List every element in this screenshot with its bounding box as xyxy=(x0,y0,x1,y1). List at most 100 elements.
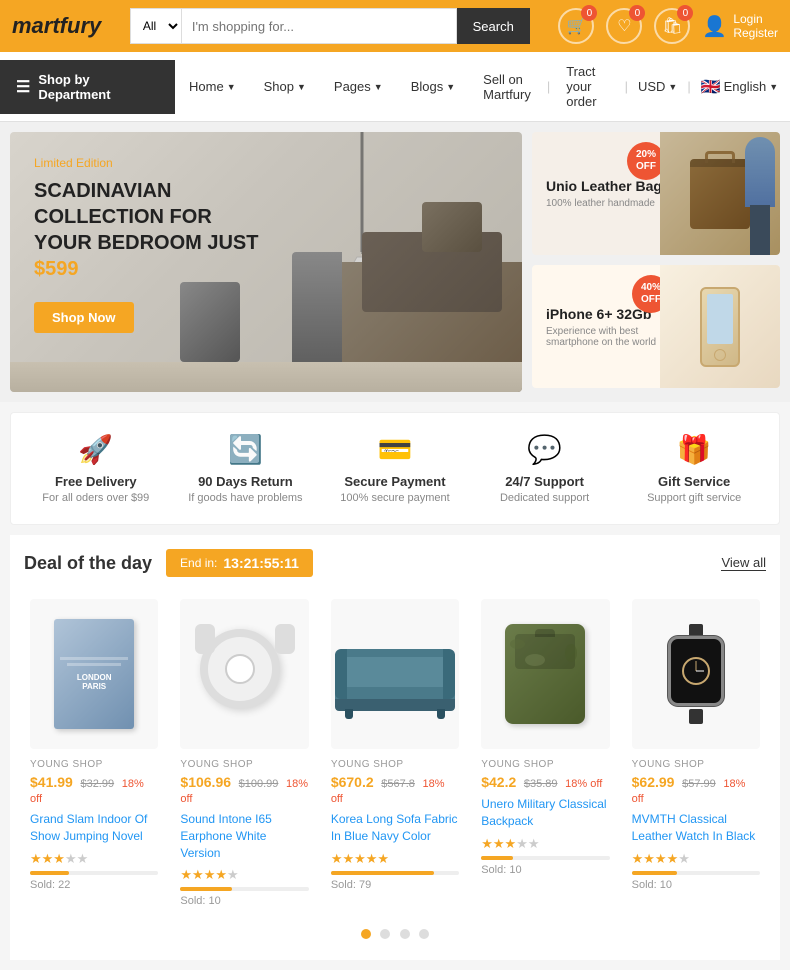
product-image xyxy=(481,599,609,749)
chevron-down-icon: ▼ xyxy=(297,82,306,92)
product-name[interactable]: MVMTH Classical Leather Watch In Black xyxy=(632,811,760,845)
product-prices: $62.99 $57.99 18% off xyxy=(632,774,760,805)
sold-bar xyxy=(632,871,677,875)
countdown-timer: 13:21:55:11 xyxy=(223,555,299,571)
carousel-dot-3[interactable] xyxy=(400,929,410,939)
support-icon: 💬 xyxy=(470,433,620,466)
product-prices: $41.99 $32.99 18% off xyxy=(30,774,158,805)
chevron-down-icon: ▼ xyxy=(769,82,778,92)
search-category-select[interactable]: All xyxy=(130,8,181,44)
product-price: $106.96 xyxy=(180,774,231,790)
cart-icon-group[interactable]: 🛒0 xyxy=(558,8,594,44)
product-name[interactable]: Korea Long Sofa Fabric In Blue Navy Colo… xyxy=(331,811,459,845)
feature-free-delivery: 🚀 Free Delivery For all oders over $99 xyxy=(21,433,171,504)
product-card: LONDONPARIS YOUNG SHOP $41.99 $32.99 18%… xyxy=(24,593,164,913)
floor-decoration xyxy=(10,362,522,392)
nav-blogs[interactable]: Blogs ▼ xyxy=(397,67,469,106)
feature-title: 24/7 Support xyxy=(470,474,620,489)
features-bar: 🚀 Free Delivery For all oders over $99 🔄… xyxy=(10,412,780,525)
product-price: $41.99 xyxy=(30,774,73,790)
deals-header: Deal of the day End in: 13:21:55:11 View… xyxy=(24,549,766,577)
search-button[interactable]: Search xyxy=(457,8,530,44)
product-shop-label: YOUNG SHOP xyxy=(180,759,308,770)
return-icon: 🔄 xyxy=(171,433,321,466)
search-input[interactable] xyxy=(181,8,457,44)
feature-desc: Dedicated support xyxy=(470,492,620,504)
product-name[interactable]: Unero Military Classical Backpack xyxy=(481,796,609,830)
banner-price: $599 xyxy=(34,258,79,280)
feature-title: Free Delivery xyxy=(21,474,171,489)
logo[interactable]: martfury xyxy=(12,13,101,39)
header-icons: 🛒0 ♡0 🛍0 👤 Login Register xyxy=(558,8,778,44)
shop-by-department[interactable]: ☰ Shop by Department xyxy=(0,60,175,114)
feature-title: 90 Days Return xyxy=(171,474,321,489)
language-selector[interactable]: 🇬🇧 English ▼ xyxy=(701,77,778,97)
carousel-dot-4[interactable] xyxy=(419,929,429,939)
header: martfury All Search 🛒0 ♡0 🛍0 👤 Login xyxy=(0,0,790,52)
nav-track[interactable]: Tract your order xyxy=(552,52,610,121)
sold-count: Sold: 22 xyxy=(30,879,158,891)
flag-icon: 🇬🇧 xyxy=(701,77,721,97)
nav-sell[interactable]: Sell on Martfury xyxy=(469,60,545,114)
carousel-dot-2[interactable] xyxy=(380,929,390,939)
rocket-icon: 🚀 xyxy=(21,433,171,466)
countdown-box: End in: 13:21:55:11 xyxy=(166,549,313,577)
chevron-down-icon: ▼ xyxy=(374,82,383,92)
feature-support: 💬 24/7 Support Dedicated support xyxy=(470,433,620,504)
nav-pages[interactable]: Pages ▼ xyxy=(320,67,397,106)
deals-section: Deal of the day End in: 13:21:55:11 View… xyxy=(10,535,780,960)
chevron-down-icon: ▼ xyxy=(446,82,455,92)
user-section[interactable]: 👤 Login Register xyxy=(702,12,778,40)
wishlist-icon-group[interactable]: ♡0 xyxy=(606,8,642,44)
compare-icon-group[interactable]: 🛍0 xyxy=(654,8,690,44)
product-image xyxy=(180,599,308,749)
nav-home[interactable]: Home ▼ xyxy=(175,67,250,106)
chevron-down-icon: ▼ xyxy=(227,82,236,92)
main-banner: Limited Edition SCADINAVIAN COLLECTION F… xyxy=(10,132,522,392)
feature-title: Gift Service xyxy=(619,474,769,489)
sold-bar xyxy=(481,856,513,860)
product-stars: ★★★★★ xyxy=(331,851,459,867)
sold-count: Sold: 10 xyxy=(632,879,760,891)
banner-title: SCADINAVIAN COLLECTION FOR YOUR BEDROOM … xyxy=(34,178,264,282)
register-link[interactable]: Register xyxy=(733,26,778,40)
carousel-dots xyxy=(24,927,766,946)
product-stars: ★★★★★ xyxy=(632,851,760,867)
product-name[interactable]: Grand Slam Indoor Of Show Jumping Novel xyxy=(30,811,158,845)
hamburger-icon: ☰ xyxy=(16,77,30,97)
banner-row: Limited Edition SCADINAVIAN COLLECTION F… xyxy=(10,132,780,392)
nav-shop[interactable]: Shop ▼ xyxy=(250,67,320,106)
cart-icon[interactable]: 🛒0 xyxy=(558,8,594,44)
product-price: $42.2 xyxy=(481,774,516,790)
sold-bar-container xyxy=(30,871,158,875)
product-stars: ★★★★★ xyxy=(180,867,308,883)
feature-return: 🔄 90 Days Return If goods have problems xyxy=(171,433,321,504)
side-banner-bags-text: Unio Leather Bags 100% leather handmade xyxy=(546,178,670,209)
sold-bar xyxy=(30,871,69,875)
product-shop-label: YOUNG SHOP xyxy=(30,759,158,770)
product-stars: ★★★★★ xyxy=(481,836,609,852)
view-all-link[interactable]: View all xyxy=(721,555,766,571)
product-image: LONDONPARIS xyxy=(30,599,158,749)
chevron-down-icon: ▼ xyxy=(668,82,677,92)
product-name[interactable]: Sound Intone I65 Earphone White Version xyxy=(180,811,308,861)
sold-bar xyxy=(331,871,434,875)
main-content: Limited Edition SCADINAVIAN COLLECTION F… xyxy=(0,122,790,402)
product-shop-label: YOUNG SHOP xyxy=(632,759,760,770)
product-shop-label: YOUNG SHOP xyxy=(481,759,609,770)
gift-icon: 🎁 xyxy=(619,433,769,466)
login-link[interactable]: Login xyxy=(733,12,778,26)
feature-payment: 💳 Secure Payment 100% secure payment xyxy=(320,433,470,504)
shop-now-button[interactable]: Shop Now xyxy=(34,302,134,333)
feature-desc: Support gift service xyxy=(619,492,769,504)
product-price: $670.2 xyxy=(331,774,374,790)
shop-dept-label: Shop by Department xyxy=(38,72,159,102)
product-stars: ★★★★★ xyxy=(30,851,158,867)
compare-icon[interactable]: 🛍0 xyxy=(654,8,690,44)
heart-icon[interactable]: ♡0 xyxy=(606,8,642,44)
main-nav: ☰ Shop by Department Home ▼ Shop ▼ Pages… xyxy=(0,52,790,122)
currency-selector[interactable]: USD ▼ xyxy=(638,79,677,94)
side-banner-bags: Unio Leather Bags 100% leather handmade … xyxy=(532,132,780,255)
product-card: YOUNG SHOP $42.2 $35.89 18% off Unero Mi… xyxy=(475,593,615,913)
carousel-dot-1[interactable] xyxy=(361,929,371,939)
